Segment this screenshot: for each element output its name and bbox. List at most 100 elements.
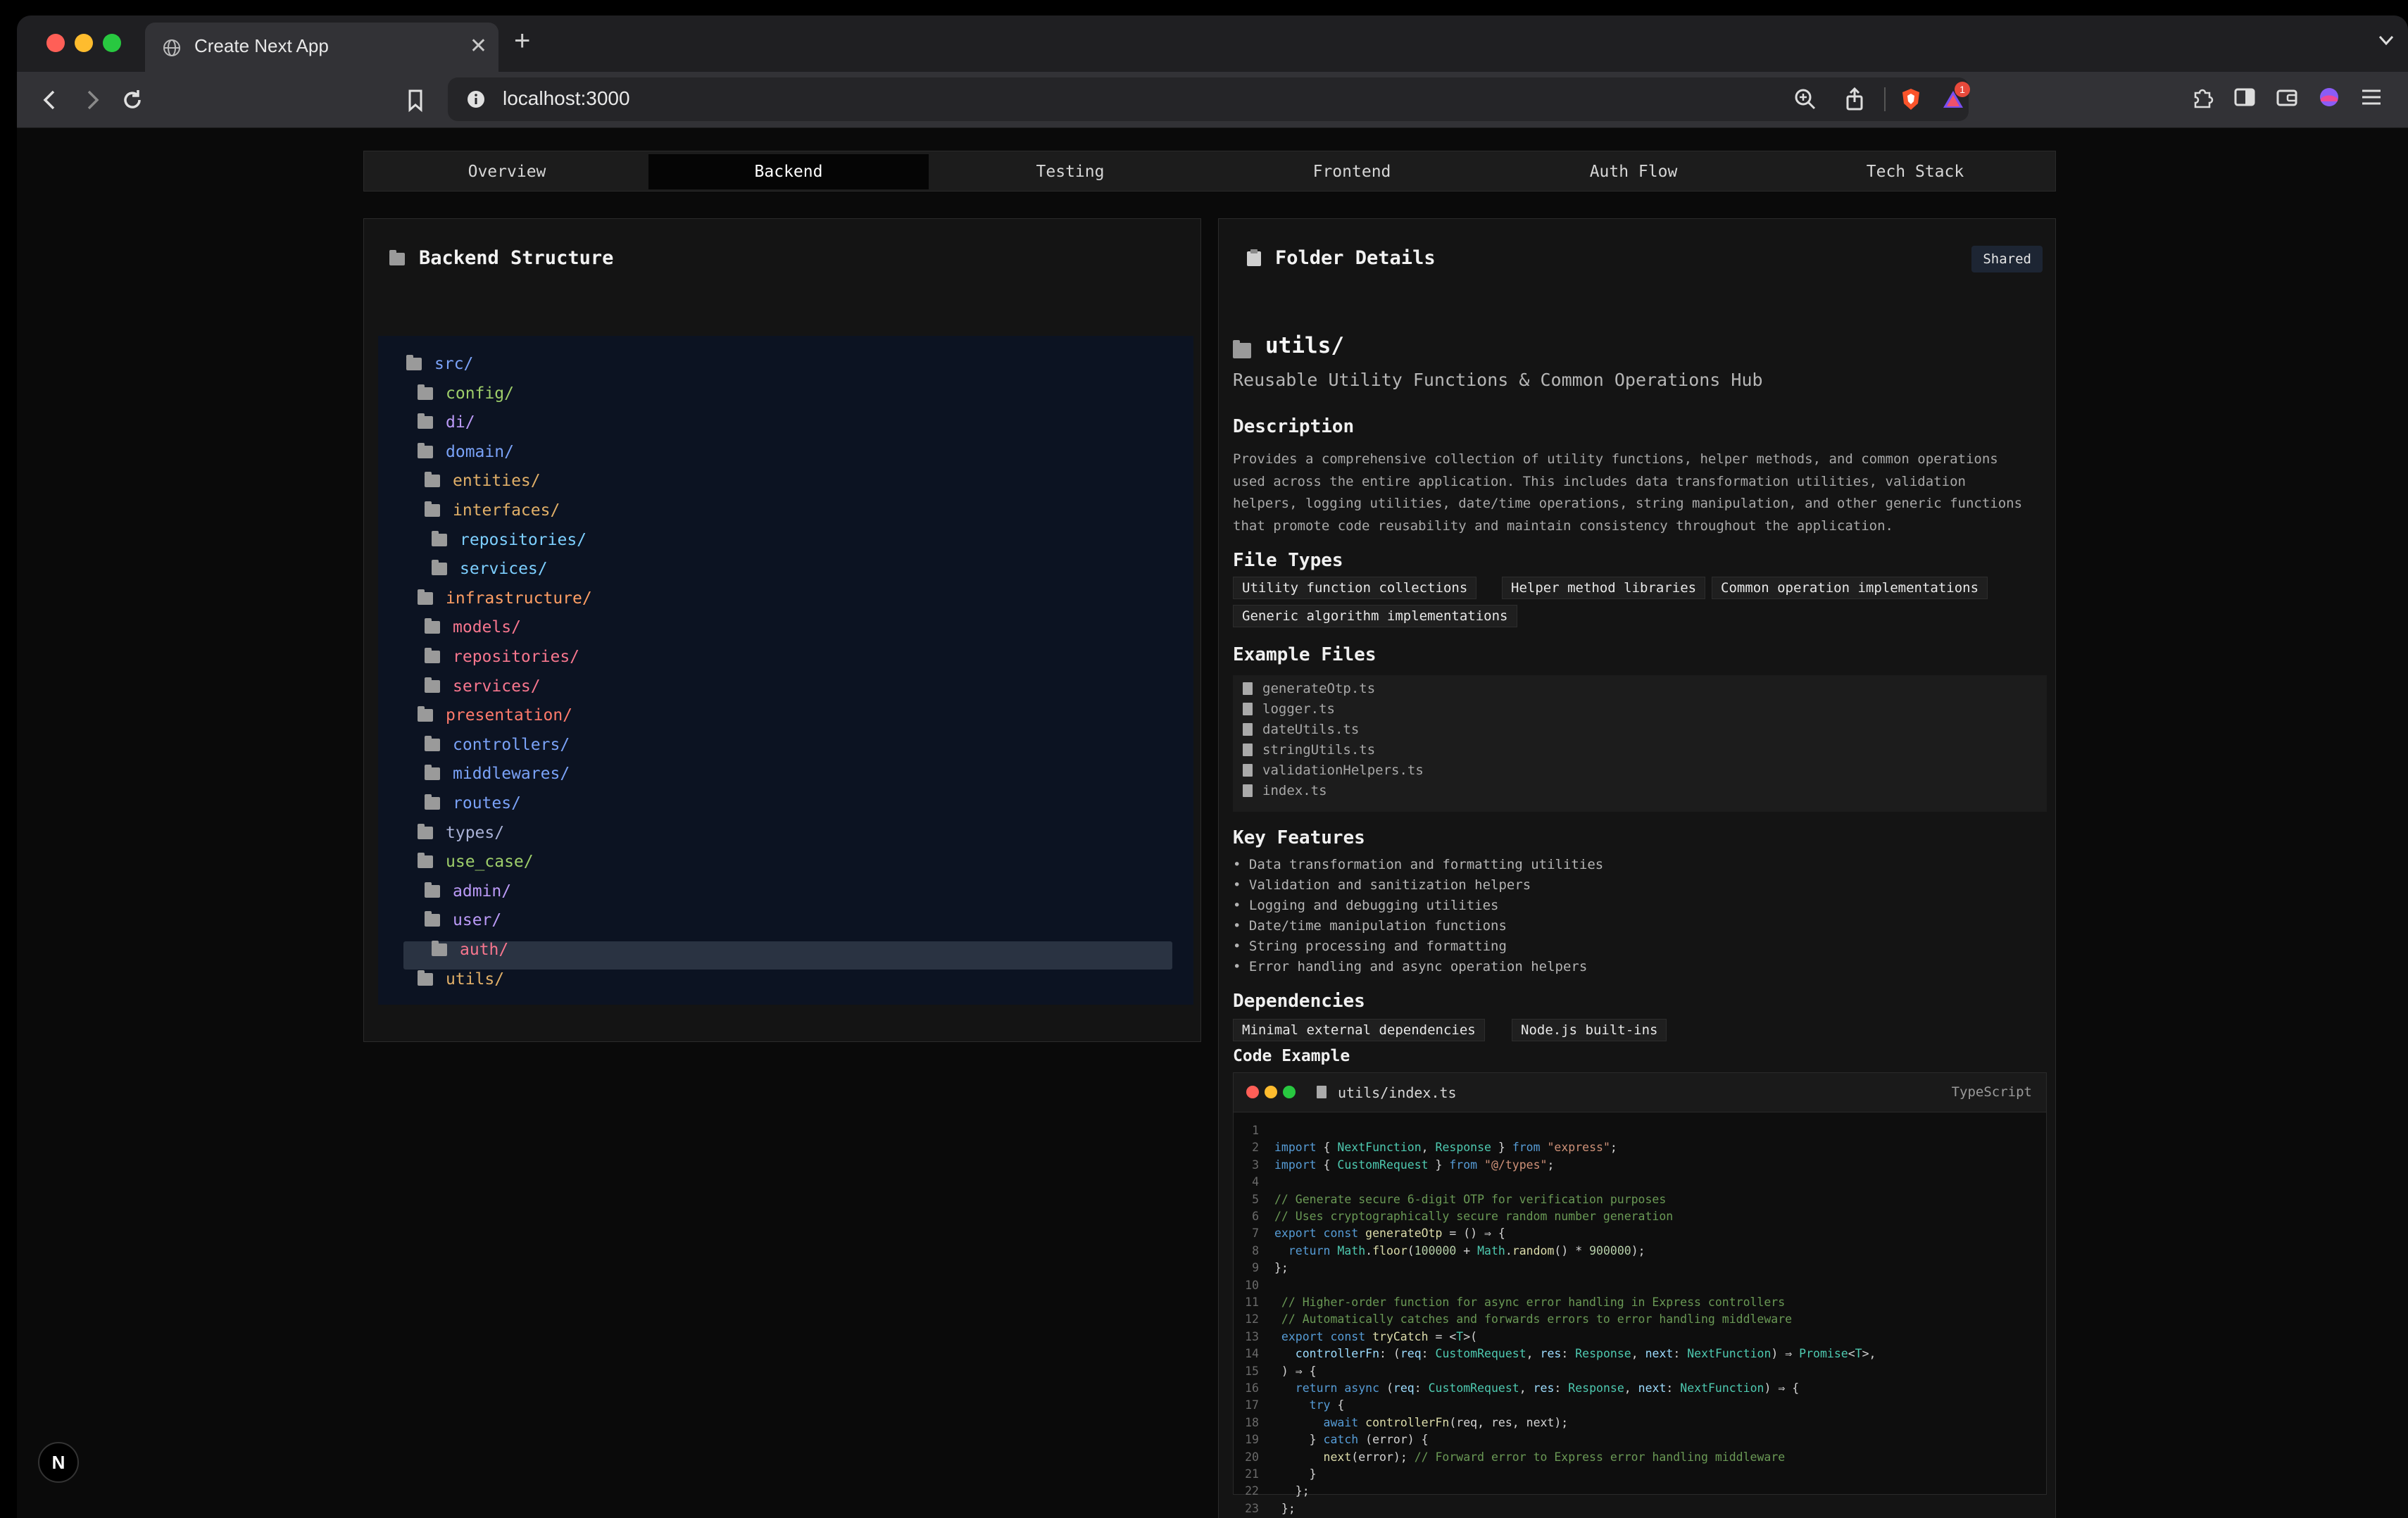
green-dot [1283,1086,1296,1098]
tree-item[interactable]: controllers/ [425,731,570,759]
minimize-window-button[interactable] [75,34,93,52]
tab-overview[interactable]: Overview [367,154,647,189]
file-item[interactable]: dateUtils.ts [1243,722,1359,737]
maximize-window-button[interactable] [103,34,121,52]
line-number: 14 [1245,1347,1259,1361]
zoom-icon[interactable] [1793,87,1818,112]
code-line: 17 try { [1234,1398,1344,1415]
tree-item[interactable]: interfaces/ [425,496,560,525]
code-line: 3 import { CustomRequest } from "@/types"… [1234,1158,1554,1175]
panel-title: Folder Details [1275,247,1436,269]
tree-item-label: middlewares/ [453,765,570,784]
code-text: ) ⇒ { [1274,1364,1317,1378]
tree-item[interactable]: config/ [418,380,514,408]
tree-item[interactable]: services/ [432,555,548,583]
file-item[interactable]: generateOtp.ts [1243,681,1375,696]
tree-item[interactable]: presentation/ [418,701,572,729]
description-heading: Description [1233,416,1355,437]
tree-item[interactable]: types/ [418,819,504,847]
site-info-icon[interactable] [466,89,486,109]
tab-auth-flow[interactable]: Auth Flow [1493,154,1774,189]
tab-backend[interactable]: Backend [648,154,929,189]
folder-icon [1233,340,1251,358]
file-item[interactable]: validationHelpers.ts [1243,763,1424,778]
close-window-button[interactable] [46,34,65,52]
code-line: 11 // Higher-order function for async er… [1234,1296,1785,1312]
tree-item-label: models/ [453,618,521,637]
file-item[interactable]: index.ts [1243,783,1327,798]
code-text: }; [1274,1261,1288,1275]
tree-item[interactable]: services/ [425,672,541,701]
tree-item[interactable]: src/ [406,350,473,378]
bookmark-icon[interactable] [403,87,428,113]
browser-tab[interactable]: Create Next App ✕ [145,23,498,72]
line-number: 15 [1245,1364,1259,1378]
tree-item[interactable]: admin/ [425,877,511,905]
tree-item[interactable]: use_case/ [418,848,534,876]
line-number: 19 [1245,1433,1259,1447]
folder-icon [418,823,433,839]
description-line: that promote code reusability and mainta… [1233,518,1893,534]
tab-frontend[interactable]: Frontend [1212,154,1492,189]
file-name: stringUtils.ts [1262,742,1376,758]
tree-item[interactable]: auth/ [432,936,508,964]
reload-icon[interactable] [120,87,145,113]
tree-item[interactable]: utils/ [418,965,504,993]
line-number: 18 [1245,1415,1259,1429]
nextjs-dev-indicator[interactable]: N [38,1442,79,1483]
code-line: 2 import { NextFunction, Response } from … [1234,1141,1617,1158]
notification-badge: 1 [1955,82,1970,97]
brave-shield-icon[interactable] [1898,87,1924,112]
folder-icon [418,706,433,722]
chevron-down-icon[interactable] [2376,30,2397,51]
code-filename: utils/index.ts [1338,1084,1457,1101]
tree-item-label: types/ [446,823,505,842]
folder-icon [425,765,440,781]
tree-item-label: repositories/ [453,648,580,666]
close-tab-icon[interactable]: ✕ [470,34,487,58]
tree-item[interactable]: infrastructure/ [418,584,592,613]
tree-item[interactable]: domain/ [418,438,514,466]
tree-item[interactable]: repositories/ [425,643,579,671]
code-text: controllerFn: (req: CustomRequest, res: … [1274,1347,1876,1361]
tree-item[interactable]: entities/ [425,467,541,495]
line-number: 8 [1252,1243,1259,1257]
tree-item-label: routes/ [453,794,521,813]
line-number: 10 [1245,1278,1259,1292]
menu-icon[interactable] [2359,84,2384,110]
file-item[interactable]: stringUtils.ts [1243,742,1375,758]
code-text: }; [1274,1484,1310,1498]
address-bar[interactable]: localhost:3000 1 [448,77,1970,121]
code-line: 13 export const tryCatch = <T>( [1234,1330,1477,1347]
wallet-icon[interactable] [2274,84,2300,110]
extensions-icon[interactable] [2190,84,2215,110]
description-line: Provides a comprehensive collection of u… [1233,451,1998,467]
code-text: } catch (error) { [1274,1433,1429,1447]
line-number: 21 [1245,1467,1259,1481]
tab-tech-stack[interactable]: Tech Stack [1775,154,2055,189]
clipboard-icon [1247,249,1261,266]
backend-structure-panel: Backend Structure src/config/di/domain/e… [363,218,1201,1042]
file-item[interactable]: logger.ts [1243,701,1335,717]
tree-item[interactable]: routes/ [425,789,521,817]
file-name: logger.ts [1262,701,1335,717]
tree-item[interactable]: user/ [425,906,501,934]
tree-item-label: entities/ [453,472,541,491]
tree-item[interactable]: middlewares/ [425,760,570,788]
back-icon[interactable] [38,87,63,113]
section-tabs: Overview Backend Testing Frontend Auth Flow T… [363,151,2056,192]
share-icon[interactable] [1842,87,1867,112]
forward-icon[interactable] [79,87,104,113]
key-features-heading: Key Features [1233,827,1365,848]
sidebar-icon[interactable] [2232,84,2257,110]
tree-item[interactable]: di/ [418,408,475,437]
feature-item: • Validation and sanitization helpers [1233,877,1531,893]
tree-item[interactable]: models/ [425,613,521,641]
profile-avatar-icon[interactable] [2316,84,2342,110]
tab-testing[interactable]: Testing [930,154,1210,189]
divider [1884,87,1886,111]
tree-item[interactable]: repositories/ [432,526,587,554]
new-tab-button[interactable]: + [514,25,530,57]
tab-title: Create Next App [194,35,329,56]
line-number: 2 [1252,1141,1259,1155]
